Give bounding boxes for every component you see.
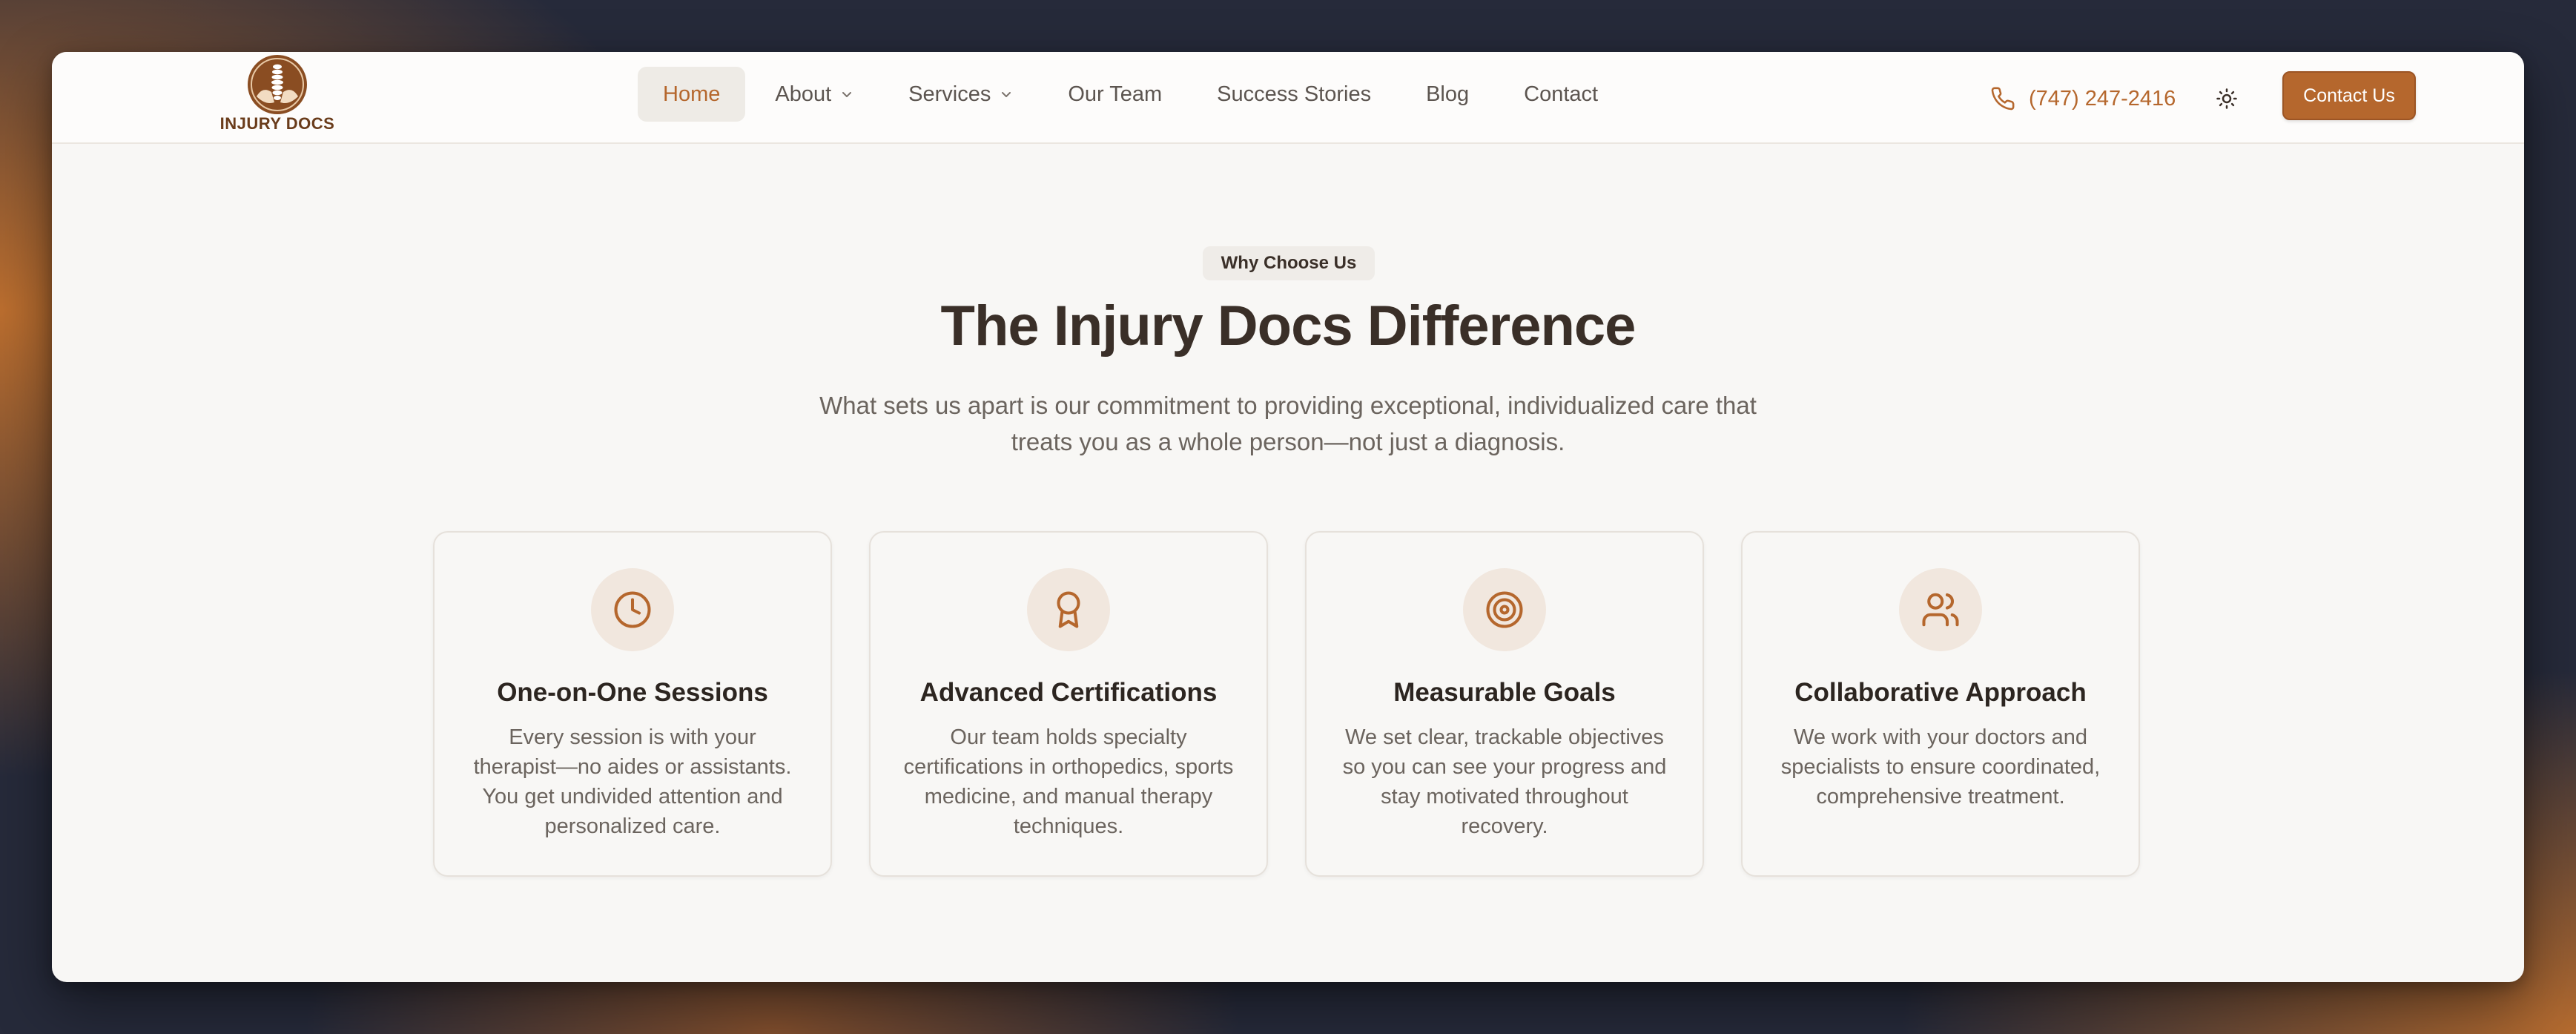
nav-item-blog[interactable]: Blog <box>1401 67 1494 122</box>
feature-icon-wrap <box>1027 568 1110 651</box>
nav-item-contact[interactable]: Contact <box>1499 67 1623 122</box>
target-icon <box>1486 591 1523 628</box>
nav-label: Services <box>908 82 991 106</box>
section-title: The Injury Docs Difference <box>940 294 1637 358</box>
phone-link[interactable]: (747) 247-2416 <box>1990 73 2176 125</box>
nav-label: Home <box>663 82 721 106</box>
nav-label: Our Team <box>1068 82 1163 106</box>
nav-item-our-team[interactable]: Our Team <box>1043 67 1187 122</box>
section-eyebrow: Why Choose Us <box>1203 246 1375 280</box>
feature-card-collaborative: Collaborative Approach We work with your… <box>1741 531 2140 877</box>
phone-icon <box>1991 87 2015 111</box>
feature-description: We work with your doctors and specialist… <box>1780 725 2101 809</box>
feature-icon-wrap <box>591 568 674 651</box>
nav-label: Success Stories <box>1217 82 1372 106</box>
feature-title: One-on-One Sessions <box>497 678 768 707</box>
feature-title: Advanced Certifications <box>919 678 1218 707</box>
contact-us-button[interactable]: Contact Us <box>2282 71 2416 120</box>
feature-icon-wrap <box>1463 568 1546 651</box>
nav-label: About <box>775 82 832 106</box>
nav-item-services[interactable]: Services <box>883 67 1038 122</box>
feature-description: We set clear, trackable objectives so yo… <box>1342 725 1667 838</box>
chevron-down-icon <box>1002 92 1011 97</box>
feature-description: Every session is with your therapist—no … <box>473 725 792 838</box>
nav-item-about[interactable]: About <box>750 67 879 122</box>
theme-toggle-button[interactable] <box>2208 80 2245 117</box>
browser-window: INJURY DOCS Home About Services Our Team… <box>52 52 2524 982</box>
feature-title: Measurable Goals <box>1393 678 1616 707</box>
main-nav: Home About Services Our Team Success Sto… <box>638 67 1623 122</box>
phone-number: (747) 247-2416 <box>2029 86 2176 111</box>
section-subtitle: What sets us apart is our commitment to … <box>819 392 1757 455</box>
users-icon <box>1922 593 1959 627</box>
nav-item-success-stories[interactable]: Success Stories <box>1192 67 1396 122</box>
spine-logo-icon <box>248 55 307 114</box>
nav-label: Blog <box>1426 82 1470 106</box>
feature-card-one-on-one: One-on-One Sessions Every session is wit… <box>433 531 832 877</box>
site-header: INJURY DOCS Home About Services Our Team… <box>52 52 2524 144</box>
feature-card-certifications: Advanced Certifications Our team holds s… <box>869 531 1268 877</box>
feature-description: Our team holds specialty certifications … <box>903 725 1234 838</box>
feature-icon-wrap <box>1899 568 1982 651</box>
nav-item-home[interactable]: Home <box>638 67 746 122</box>
feature-cards: One-on-One Sessions Every session is wit… <box>433 531 2140 877</box>
award-icon <box>1057 591 1080 628</box>
sun-icon <box>2216 88 2237 109</box>
chevron-down-icon <box>842 92 852 97</box>
nav-label: Contact <box>1524 82 1599 106</box>
clock-icon <box>614 591 651 628</box>
site-logo[interactable]: INJURY DOCS <box>169 52 386 144</box>
feature-card-goals: Measurable Goals We set clear, trackable… <box>1305 531 1704 877</box>
logo-text: INJURY DOCS <box>219 114 335 133</box>
feature-title: Collaborative Approach <box>1794 678 2087 707</box>
